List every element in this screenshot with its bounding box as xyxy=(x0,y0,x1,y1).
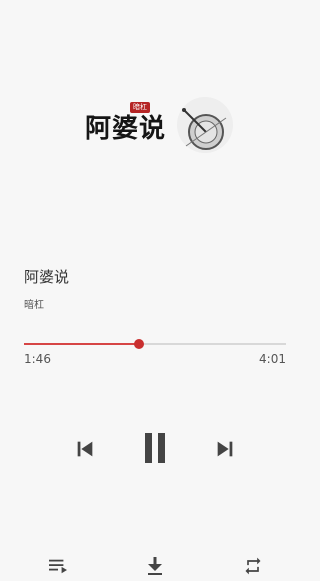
repeat-button[interactable] xyxy=(239,554,267,578)
skip-previous-icon xyxy=(77,441,93,457)
player-screen: 阿婆说 暗杠 阿婆说 暗杠 1:46 4:01 xyxy=(0,0,311,581)
seek-bar-progress xyxy=(24,343,140,345)
download-button[interactable] xyxy=(142,553,168,579)
playlist-icon xyxy=(49,559,67,574)
download-icon xyxy=(148,557,162,575)
playlist-button[interactable] xyxy=(44,554,72,578)
cover-stamp: 暗杠 xyxy=(130,102,150,113)
pause-icon xyxy=(145,433,165,463)
previous-button[interactable] xyxy=(70,434,100,464)
song-artist: 暗杠 xyxy=(24,300,44,311)
album-cover: 阿婆说 暗杠 xyxy=(70,88,240,178)
cover-title-art: 阿婆说 xyxy=(85,114,167,144)
next-button[interactable] xyxy=(210,434,240,464)
total-time: 4:01 xyxy=(259,352,286,366)
repeat-icon xyxy=(245,557,261,575)
play-pause-button[interactable] xyxy=(136,429,174,467)
song-title: 阿婆说 xyxy=(24,268,70,286)
elapsed-time: 1:46 xyxy=(24,352,51,366)
seek-bar-thumb[interactable] xyxy=(134,339,145,349)
seek-bar[interactable] xyxy=(24,339,286,349)
cover-instrument-illustration xyxy=(177,97,233,153)
skip-next-icon xyxy=(217,441,233,457)
